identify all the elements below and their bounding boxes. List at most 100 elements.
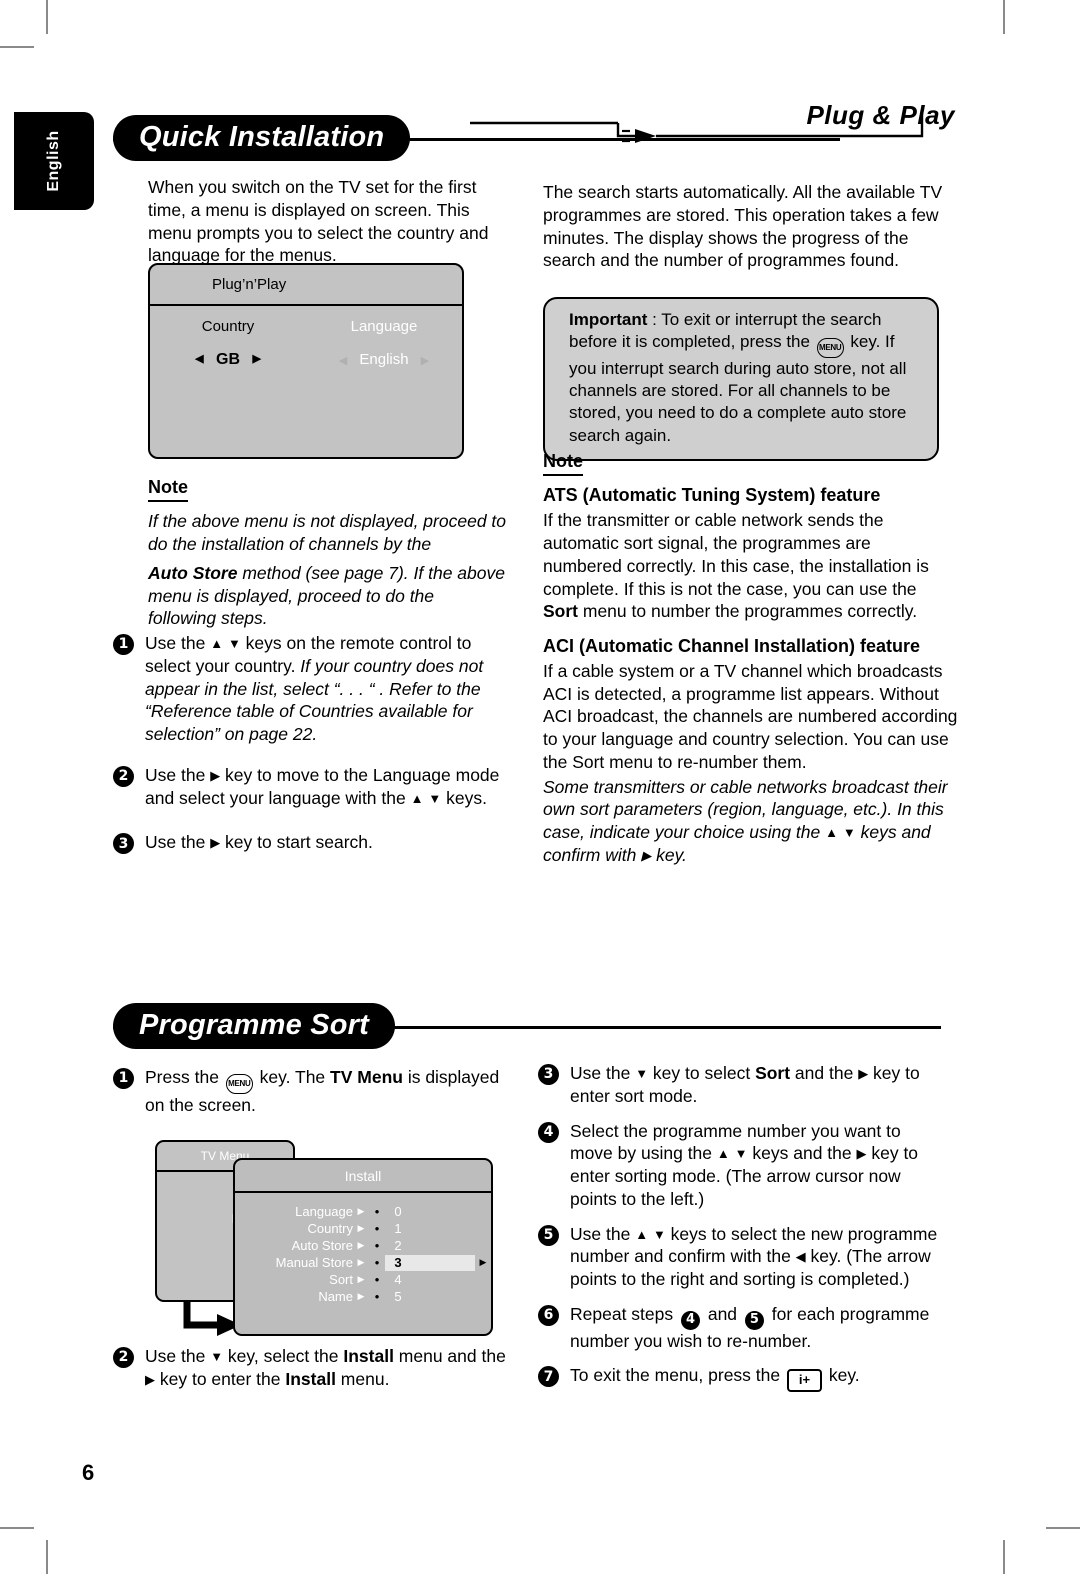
country-column: Country ◀ GB ▶: [150, 318, 306, 369]
up-arrow-icon: ▲: [716, 1146, 730, 1162]
ps-step-text-7: To exit the menu, press the i+ key.: [570, 1364, 948, 1393]
ps6-plain-2: and: [702, 1303, 742, 1324]
ps2-install-label-2: Install: [285, 1368, 336, 1389]
aci-italic-3: key.: [651, 844, 687, 865]
right-arrow-icon: ▶: [210, 835, 221, 851]
step-item: 2 Use the ▶ key to move to the Language …: [113, 764, 511, 810]
ps7-plain-2: key.: [823, 1365, 860, 1386]
note-heading: Note: [148, 476, 188, 503]
install-row-number: 4: [394, 1272, 402, 1287]
crop-mark-left-bottom: [0, 1527, 34, 1529]
down-arrow-icon: ▼: [842, 825, 856, 841]
step-item: 1 Use the ▲ ▼ keys on the remote control…: [113, 632, 511, 746]
install-row-sort[interactable]: Sort ▶ • 4: [235, 1271, 491, 1288]
chevron-right-icon: ▶: [357, 1240, 365, 1250]
crop-mark-bottom-right: [1003, 1540, 1005, 1574]
left-arrow-icon: ◀: [795, 1249, 806, 1265]
menu-key-icon: MENU: [816, 338, 844, 359]
step-text-3: Use the ▶ key to start search.: [145, 831, 511, 854]
install-rows: Language ▶ • 0 Country ▶ • 1 Auto Store …: [235, 1193, 491, 1305]
install-row-label: Manual Store: [275, 1255, 353, 1270]
ps1-plain-1: Press the: [145, 1067, 224, 1087]
ps2-plain-5: menu.: [335, 1368, 390, 1389]
step-number-1: 1: [113, 634, 134, 655]
language-tab-label: English: [45, 130, 62, 192]
ps2-plain-1: Use the: [145, 1346, 211, 1366]
ps-step-text-2: Use the ▼ key, select the Install menu a…: [145, 1345, 513, 1391]
quick-installation-intro: When you switch on the TV set for the fi…: [148, 177, 489, 266]
install-row-country[interactable]: Country ▶ • 1: [235, 1220, 491, 1237]
language-value: English: [359, 351, 409, 368]
bullet-dot-icon: •: [374, 1289, 380, 1304]
install-row-auto-store[interactable]: Auto Store ▶ • 2: [235, 1237, 491, 1254]
ps3-sort-label: Sort: [755, 1063, 791, 1083]
up-arrow-icon: ▲: [635, 1226, 649, 1242]
language-column: Language ◀ English ▶: [306, 318, 462, 369]
quick-installation-banner: Quick Installation: [113, 115, 840, 161]
ps-step-number-7: 7: [538, 1366, 559, 1388]
ps3-plain-3: and the: [790, 1063, 859, 1083]
step-text-1: Use the ▲ ▼ keys on the remote control t…: [145, 632, 511, 746]
step-item: 3 Use the ▶ key to start search.: [113, 831, 511, 855]
ps-step-text-5: Use the ▲ ▼ keys to select the new progr…: [570, 1223, 948, 1291]
bullet-dot-icon: •: [374, 1272, 380, 1287]
ats-text-1: If the transmitter or cable network send…: [543, 510, 929, 599]
note-text-2: Auto Store method (see page 7). If the a…: [148, 562, 506, 630]
chevron-right-icon: ▶: [479, 1257, 487, 1267]
country-right-arrow-icon[interactable]: ▶: [252, 353, 260, 365]
step-reference-5: 5: [744, 1310, 764, 1330]
language-label: Language: [350, 318, 418, 335]
step1-plain-1: Use the: [145, 633, 211, 653]
tv-menu-install-mock: TV Menu Picture Sound Features Install I…: [155, 1140, 503, 1340]
ps-step-number-1: 1: [113, 1068, 134, 1089]
language-left-arrow-icon[interactable]: ◀: [339, 355, 347, 367]
up-arrow-icon: ▲: [825, 825, 838, 841]
down-arrow-icon: ▼: [210, 1349, 224, 1364]
country-left-arrow-icon[interactable]: ◀: [195, 353, 203, 365]
down-arrow-icon: ▼: [734, 1146, 748, 1162]
install-row-highlight: 3: [385, 1254, 475, 1271]
install-row-label: Sort: [329, 1272, 353, 1287]
install-row-number: 1: [394, 1221, 402, 1236]
country-label: Country: [201, 318, 255, 335]
right-arrow-icon: ▶: [858, 1066, 869, 1081]
step-item: 4 Select the programme number you want t…: [538, 1120, 948, 1211]
info-key-icon: i+: [786, 1369, 822, 1393]
down-arrow-icon: ▼: [652, 1226, 666, 1242]
step3-plain-1: Use the: [145, 832, 211, 853]
screen-labels-row: Country ◀ GB ▶ Language ◀ English ▶: [150, 318, 462, 369]
step-item: 6 Repeat steps 4 and 5 for each programm…: [538, 1303, 948, 1353]
ps-step-number-4: 4: [538, 1121, 559, 1143]
install-row-number: 3: [394, 1255, 402, 1270]
programme-sort-step-2: 2 Use the ▼ key, select the Install menu…: [113, 1345, 513, 1403]
step-reference-4: 4: [680, 1310, 700, 1330]
crop-mark-left-top: [0, 46, 34, 48]
note-auto-store-label: Auto Store: [148, 562, 238, 583]
important-label: Important: [569, 310, 648, 329]
install-row-label: Language: [295, 1204, 353, 1219]
bullet-dot-icon: •: [374, 1255, 380, 1270]
install-panel: Install Language ▶ • 0 Country ▶ • 1 Aut…: [233, 1158, 493, 1336]
ps-step-text-4: Select the programme number you want to …: [570, 1120, 948, 1211]
quick-installation-title: Quick Installation: [113, 115, 411, 161]
ps1-tv-menu-label: TV Menu: [330, 1067, 403, 1087]
ps-step-number-3: 3: [538, 1064, 559, 1085]
language-right-arrow-icon[interactable]: ▶: [421, 355, 429, 367]
aci-heading: ACI (Automatic Channel Installation) fea…: [543, 636, 921, 656]
chevron-right-icon: ▶: [357, 1223, 365, 1233]
install-row-manual-store[interactable]: Manual Store ▶ • 3 ▶: [235, 1254, 491, 1271]
ps-step-number-5: 5: [538, 1224, 559, 1246]
install-row-language[interactable]: Language ▶ • 0: [235, 1203, 491, 1220]
install-row-name[interactable]: Name ▶ • 5: [235, 1288, 491, 1305]
right-arrow-icon: ▶: [856, 1146, 867, 1162]
quick-installation-note: Note If the above menu is not displayed,…: [148, 476, 506, 630]
crop-mark-bottom-left: [46, 1540, 48, 1574]
chevron-right-icon: ▶: [357, 1257, 365, 1267]
step-item: 3 Use the ▼ key to select Sort and the ▶…: [538, 1062, 948, 1108]
ps5-plain-1: Use the: [570, 1223, 636, 1244]
ps4-plain-2: keys and the: [747, 1143, 857, 1164]
programme-sort-right-steps: 3 Use the ▼ key to select Sort and the ▶…: [538, 1062, 948, 1404]
plug-n-play-screen-mock: Plug’n’Play Country ◀ GB ▶ Language ◀ En…: [148, 263, 464, 459]
step-item: 7 To exit the menu, press the i+ key.: [538, 1364, 948, 1393]
step2-plain-1: Use the: [145, 764, 211, 785]
